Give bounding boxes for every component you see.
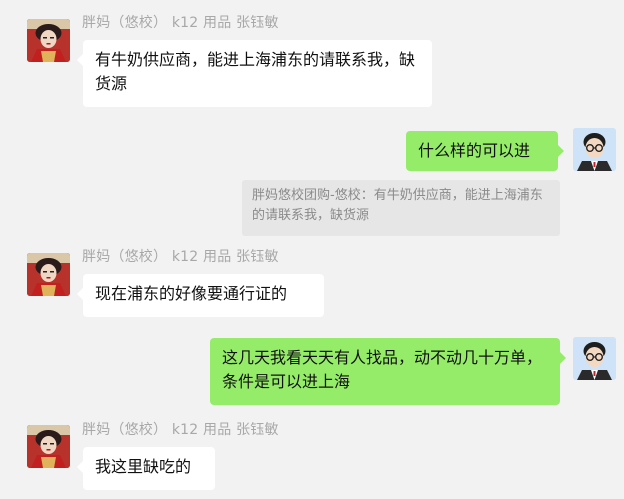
message-bubble[interactable]: 有牛奶供应商，能进上海浦东的请联系我，缺货源 — [77, 40, 432, 107]
quoted-message[interactable]: 胖妈悠校团购-悠校：有牛奶供应商，能进上海浦东的请联系我，缺货源 — [242, 180, 560, 236]
message-bubble[interactable]: 什么样的可以进 — [406, 131, 564, 171]
chat-area: 胖妈（悠校） k12 用品 张钰敏 有牛奶供应商，能进上海浦东的请联系我，缺货源… — [0, 0, 624, 499]
my-avatar[interactable] — [573, 337, 616, 380]
my-avatar[interactable] — [573, 128, 616, 171]
sender-name: 胖妈（悠校） k12 用品 张钰敏 — [82, 249, 279, 265]
sender-name: 胖妈（悠校） k12 用品 张钰敏 — [82, 15, 279, 31]
message-bubble[interactable]: 我这里缺吃的 — [77, 447, 215, 490]
message-bubble[interactable]: 这几天我看天天有人找品，动不动几十万单，条件是可以进上海 — [210, 338, 566, 405]
contact-avatar[interactable] — [27, 253, 70, 296]
contact-avatar[interactable] — [27, 19, 70, 62]
sender-name: 胖妈（悠校） k12 用品 张钰敏 — [82, 422, 279, 438]
message-bubble[interactable]: 现在浦东的好像要通行证的 — [77, 274, 324, 317]
contact-avatar[interactable] — [27, 425, 70, 468]
